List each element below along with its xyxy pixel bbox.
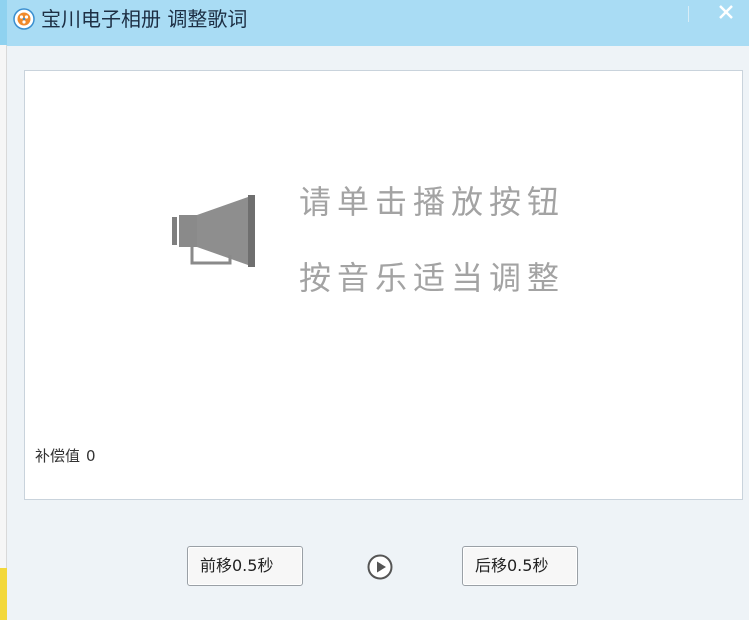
close-icon[interactable] <box>705 0 749 30</box>
lyrics-panel: 请单击播放按钮 按音乐适当调整 补偿值 0 <box>24 70 743 500</box>
titlebar[interactable]: 宝川电子相册 调整歌词 <box>7 0 749 46</box>
screen: 宝川电子相册 调整歌词 请单击播放按钮 按音乐适当调整 补偿值 0 前移0.5秒 <box>0 0 749 620</box>
instruction-line-1: 请单击播放按钮 <box>299 183 566 221</box>
move-back-button[interactable]: 前移0.5秒 <box>187 546 303 586</box>
instruction-line-2: 按音乐适当调整 <box>299 259 566 297</box>
offset-readout: 补偿值 0 <box>35 445 96 466</box>
titlebar-separator <box>688 6 689 22</box>
window-title: 宝川电子相册 调整歌词 <box>41 7 248 31</box>
adjust-lyrics-dialog: 宝川电子相册 调整歌词 请单击播放按钮 按音乐适当调整 补偿值 0 前移0.5秒 <box>7 0 749 620</box>
background-window-edge <box>0 0 7 620</box>
offset-value: 0 <box>86 447 96 465</box>
play-icon[interactable] <box>367 554 393 580</box>
offset-label: 补偿值 <box>35 447 81 465</box>
move-forward-button[interactable]: 后移0.5秒 <box>462 546 578 586</box>
background-window-accent <box>0 568 7 620</box>
speaker-icon <box>172 195 255 267</box>
background-window-titlebar-edge <box>0 0 7 45</box>
app-logo-icon <box>13 8 35 30</box>
